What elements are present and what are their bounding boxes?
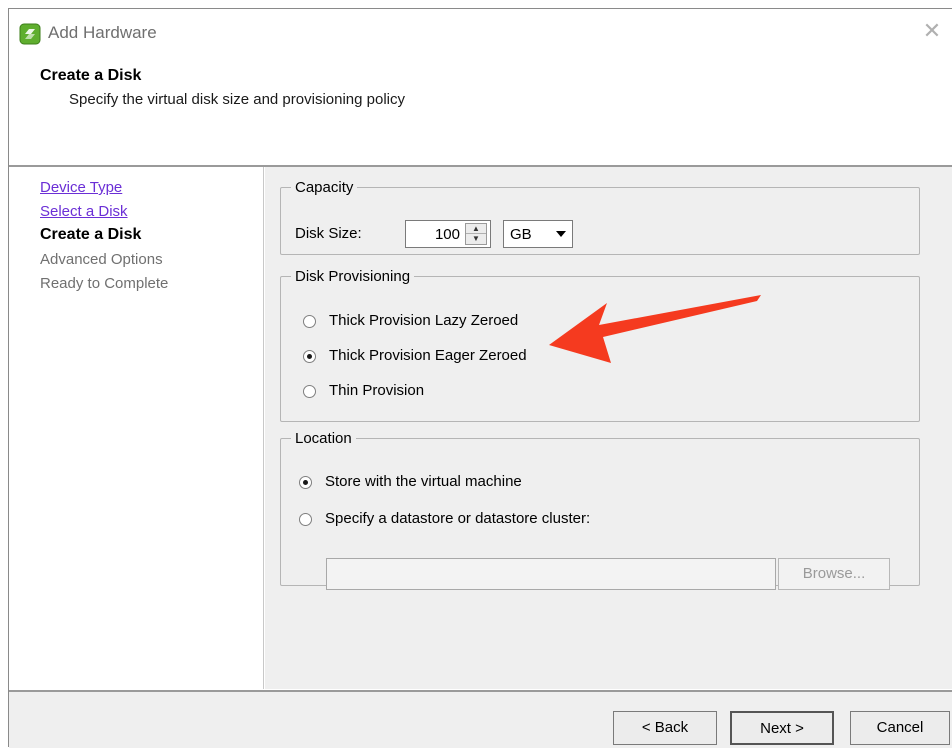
page-subtitle: Specify the virtual disk size and provis…: [69, 91, 405, 108]
disk-provisioning-legend: Disk Provisioning: [295, 268, 411, 285]
disk-size-label: Disk Size:: [295, 225, 362, 242]
close-icon[interactable]: ✕: [920, 19, 944, 43]
datastore-path-input[interactable]: [326, 558, 776, 590]
unit-value: GB: [510, 226, 532, 243]
title-bar: Add Hardware ✕: [9, 9, 952, 55]
radio-label[interactable]: Thick Provision Eager Zeroed: [329, 347, 527, 364]
nav-step-ready-to-complete: Ready to Complete: [40, 275, 169, 292]
wizard-footer: < Back Next > Cancel: [9, 690, 952, 748]
radio-label[interactable]: Thin Provision: [329, 382, 424, 399]
disk-provisioning-group: Disk Provisioning Thick Provision Lazy Z…: [280, 268, 920, 422]
stepper-buttons[interactable]: ▲ ▼: [465, 223, 487, 245]
radio-button[interactable]: [303, 385, 316, 398]
radio-label[interactable]: Store with the virtual machine: [325, 473, 522, 490]
radio-button-selected[interactable]: [299, 476, 312, 489]
disk-size-value[interactable]: 100: [435, 226, 460, 243]
decrement-icon[interactable]: ▼: [466, 234, 486, 244]
increment-icon[interactable]: ▲: [466, 224, 486, 234]
radio-label[interactable]: Specify a datastore or datastore cluster…: [325, 510, 590, 527]
add-hardware-dialog: Add Hardware ✕ Create a Disk Specify the…: [8, 8, 952, 748]
vsphere-app-icon: [19, 23, 41, 45]
location-group: Location Store with the virtual machine …: [280, 430, 920, 590]
nav-step-advanced-options: Advanced Options: [40, 251, 163, 268]
radio-button-selected[interactable]: [303, 350, 316, 363]
wizard-header: Create a Disk Specify the virtual disk s…: [9, 55, 952, 165]
wizard-steps-nav: Device Type Select a Disk Create a Disk …: [9, 167, 264, 689]
radio-button[interactable]: [299, 513, 312, 526]
next-button[interactable]: Next >: [730, 711, 834, 745]
disk-size-unit-select[interactable]: GB: [503, 220, 573, 248]
nav-step-select-disk[interactable]: Select a Disk: [40, 203, 128, 220]
capacity-legend: Capacity: [295, 179, 354, 196]
chevron-down-icon[interactable]: [556, 231, 566, 237]
cancel-button[interactable]: Cancel: [850, 711, 950, 745]
radio-button[interactable]: [303, 315, 316, 328]
wizard-content: Capacity Disk Size: 100 ▲ ▼ GB Disk Prov…: [265, 167, 952, 689]
capacity-group: Capacity Disk Size: 100 ▲ ▼ GB: [280, 179, 920, 255]
back-button[interactable]: < Back: [613, 711, 717, 745]
location-legend: Location: [295, 430, 352, 447]
nav-step-create-disk: Create a Disk: [40, 226, 142, 243]
browse-button[interactable]: Browse...: [778, 558, 890, 590]
window-title: Add Hardware: [48, 23, 157, 42]
radio-label[interactable]: Thick Provision Lazy Zeroed: [329, 312, 518, 329]
nav-step-device-type[interactable]: Device Type: [40, 179, 122, 196]
page-title: Create a Disk: [40, 67, 142, 84]
disk-size-stepper[interactable]: 100 ▲ ▼: [405, 220, 491, 248]
